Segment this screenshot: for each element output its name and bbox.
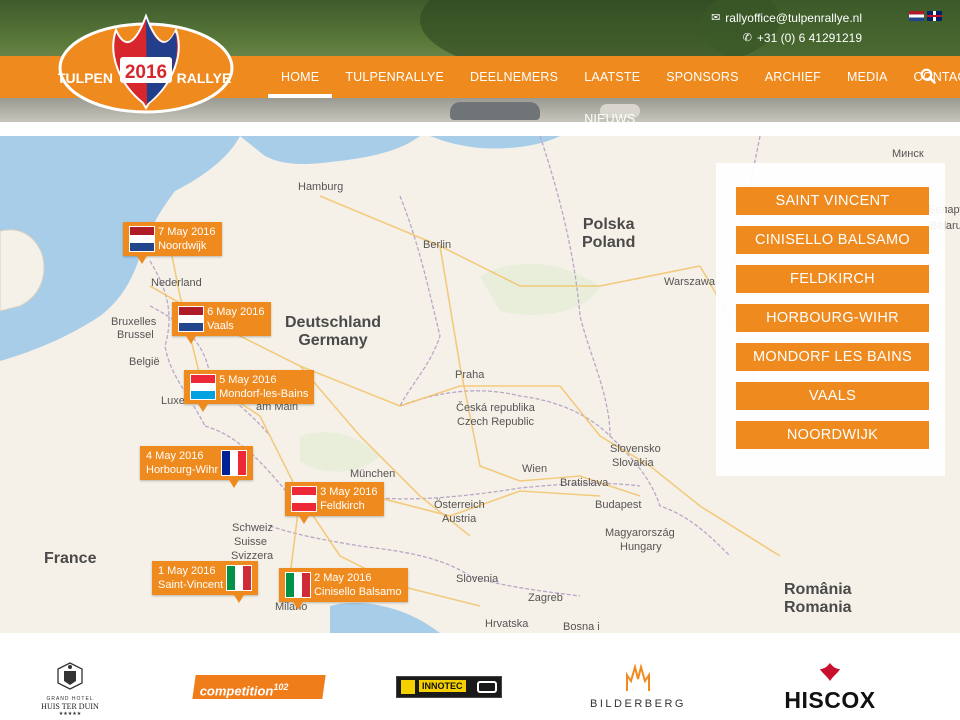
nav-laatste-nieuws[interactable]: LAATSTE NIEUWS <box>571 56 653 126</box>
austria-flag-icon <box>291 486 317 512</box>
header-divider <box>0 122 960 136</box>
logo-year: 2016 <box>125 62 167 83</box>
map-place: Česká republika <box>456 402 535 414</box>
map-place: München <box>350 468 396 480</box>
map-place: Budapest <box>595 499 642 511</box>
nav-archief[interactable]: ARCHIEF <box>752 56 834 98</box>
bilderberg-crown-icon <box>626 663 650 691</box>
sponsor-strip: GRAND HOTEL HUIS TER DUIN ★★★★★ competit… <box>0 633 960 720</box>
search-icon[interactable] <box>920 68 936 84</box>
stage-button-feldkirch[interactable]: FELDKIRCH <box>736 265 929 293</box>
map-place: Bratislava <box>560 477 609 489</box>
map-place: Zagreb <box>528 592 563 604</box>
map-place: Czech Republic <box>457 416 535 428</box>
hero-car <box>450 102 540 120</box>
map-marker-saint-vincent[interactable]: 1 May 2016 Saint-Vincent <box>152 561 259 603</box>
country-label-romania: România Romania <box>784 581 852 616</box>
map-marker-noordwijk[interactable]: 7 May 2016 Noordwijk <box>123 222 222 264</box>
route-map[interactable]: Hamburg Berlin Warszawa Nederland Bruxel… <box>0 136 960 633</box>
italy-flag-icon <box>226 565 253 591</box>
map-place: Минск <box>892 148 924 160</box>
map-place: Praha <box>455 369 485 381</box>
map-place: Luxe <box>161 395 185 407</box>
competition-suffix: 102 <box>273 682 289 692</box>
country-label-germany: Deutschland Germany <box>285 314 382 349</box>
map-place: Austria <box>442 513 477 525</box>
map-place: Slovakia <box>612 457 654 469</box>
marker-text: 1 May 2016 Saint-Vincent <box>158 565 224 591</box>
country-label-poland: Polska Poland <box>582 216 636 251</box>
contact-email[interactable]: rallyoffice@tulpenrallye.nl <box>725 8 862 28</box>
map-place: Bruxelles <box>111 316 157 328</box>
country-label-france: France <box>44 550 97 567</box>
nav-sponsors[interactable]: SPONSORS <box>653 56 751 98</box>
map-place: Slovenia <box>456 573 499 585</box>
nav-tulpenrallye[interactable]: TULPENRALLYE <box>332 56 457 98</box>
logo-word-left: TULPEN <box>58 70 113 86</box>
luxembourg-flag-icon <box>190 374 216 400</box>
stages-panel: SAINT VINCENT CINISELLO BALSAMO FELDKIRC… <box>716 163 945 476</box>
sponsor-innotec[interactable]: INNOTEC <box>396 676 502 698</box>
sponsor-hiscox[interactable]: HISCOX <box>780 661 880 713</box>
language-switcher <box>909 11 942 21</box>
map-place: Warszawa <box>664 276 715 288</box>
map-marker-vaals[interactable]: 6 May 2016 Vaals <box>172 302 271 344</box>
flag-uk-icon[interactable] <box>927 11 942 21</box>
sponsor-bilderberg[interactable]: BILDERBERG <box>576 661 700 711</box>
stage-button-cinisello-balsamo[interactable]: CINISELLO BALSAMO <box>736 226 929 254</box>
innotec-mark-icon <box>401 680 415 694</box>
stage-button-vaals[interactable]: VAALS <box>736 382 929 410</box>
stage-button-horbourg-wihr[interactable]: HORBOURG-WIHR <box>736 304 929 332</box>
contact-info: ✉ rallyoffice@tulpenrallye.nl ✆ +31 (0) … <box>711 8 862 48</box>
phone-icon: ✆ <box>742 32 752 44</box>
stage-button-mondorf-les-bains[interactable]: MONDORF LES BAINS <box>736 343 929 371</box>
map-place: Berlin <box>423 239 452 251</box>
map-place: Österreich <box>434 499 485 511</box>
marker-text: 7 May 2016 Noordwijk <box>158 226 216 252</box>
france-flag-icon <box>221 450 248 476</box>
hiscox-crest-icon <box>820 663 840 681</box>
marker-text: 4 May 2016 Horbourg-Wihr <box>146 450 219 476</box>
nav-deelnemers[interactable]: DEELNEMERS <box>457 56 571 98</box>
tulpenrallye-logo[interactable]: 2016 TULPEN RALLYE <box>58 8 234 114</box>
netherlands-flag-icon <box>129 226 155 252</box>
flag-nl-icon[interactable] <box>909 11 924 21</box>
marker-text: 3 May 2016 Feldkirch <box>320 486 378 512</box>
stage-button-noordwijk[interactable]: NOORDWIJK <box>736 421 929 449</box>
map-place: Hungary <box>620 541 662 553</box>
map-place: Slovensko <box>610 443 661 455</box>
marker-text: 6 May 2016 Vaals <box>207 306 265 332</box>
map-marker-horbourg-wihr[interactable]: 4 May 2016 Horbourg-Wihr <box>140 446 254 488</box>
map-place: Nederland <box>151 277 202 289</box>
map-marker-cinisello-balsamo[interactable]: 2 May 2016 Cinisello Balsamo <box>279 568 408 610</box>
map-place: Brussel <box>117 329 154 341</box>
competition-name: competition <box>199 683 274 699</box>
map-place: Magyarország <box>605 527 675 539</box>
stage-button-saint-vincent[interactable]: SAINT VINCENT <box>736 187 929 215</box>
nav-home[interactable]: HOME <box>268 56 333 98</box>
marker-text: 5 May 2016 Mondorf-les-Bains <box>219 374 309 400</box>
huis-ter-duin-crest-icon <box>57 662 83 690</box>
map-place: Bosna i <box>563 621 600 633</box>
sponsor-huis-ter-duin[interactable]: GRAND HOTEL HUIS TER DUIN ★★★★★ <box>30 661 110 717</box>
main-nav: HOME TULPENRALLYE DEELNEMERS LAATSTE NIE… <box>268 56 960 126</box>
nav-media[interactable]: MEDIA <box>834 56 901 98</box>
italy-flag-icon <box>285 572 311 598</box>
map-marker-mondorf-les-bains[interactable]: 5 May 2016 Mondorf-les-Bains <box>184 370 315 412</box>
marker-text: 2 May 2016 Cinisello Balsamo <box>314 572 402 598</box>
sponsor-competition-102[interactable]: competition102 <box>192 675 326 699</box>
map-place: Hrvatska <box>485 618 529 630</box>
map-place: Wien <box>522 463 548 475</box>
map-place: Suisse <box>234 536 268 548</box>
innotec-car-icon <box>477 681 497 693</box>
logo-word-right: RALLYE <box>177 70 232 86</box>
map-place: België <box>129 356 160 368</box>
map-marker-feldkirch[interactable]: 3 May 2016 Feldkirch <box>285 482 384 524</box>
contact-phone[interactable]: +31 (0) 6 41291219 <box>757 28 862 48</box>
netherlands-flag-icon <box>178 306 204 332</box>
envelope-icon: ✉ <box>711 12 721 24</box>
map-place: Schweiz <box>232 522 273 534</box>
map-place: Hamburg <box>298 181 344 193</box>
